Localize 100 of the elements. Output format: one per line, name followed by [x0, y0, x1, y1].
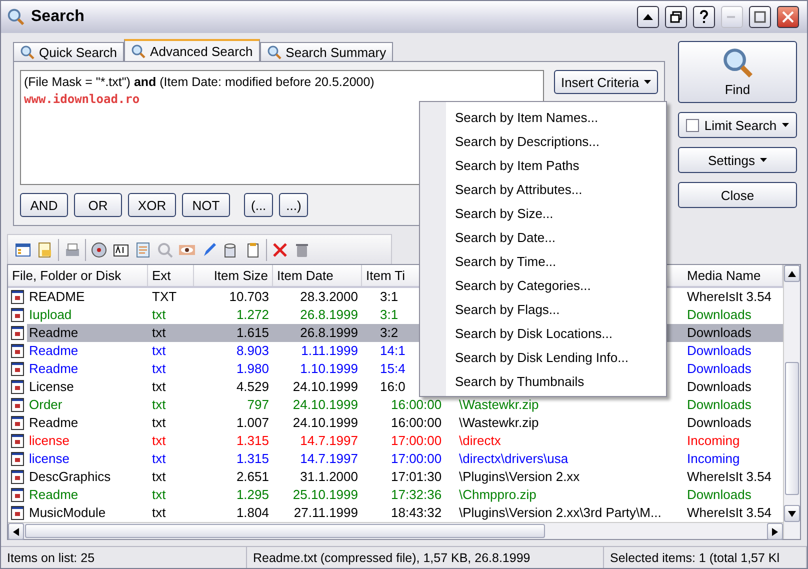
scrollbar-thumb[interactable]: [25, 524, 545, 538]
table-cell[interactable]: Iupload: [27, 306, 148, 324]
operator-button[interactable]: OR: [74, 193, 122, 217]
table-cell[interactable]: Readme: [27, 342, 148, 360]
operator-button[interactable]: XOR: [128, 193, 176, 217]
limit-search-button[interactable]: Limit Search: [678, 112, 797, 138]
table-cell-text: txt: [151, 504, 167, 522]
query-text: (File Mask = "*.txt") and (Item Date: modified before 20.5.2000): [24, 74, 376, 91]
maximize-button[interactable]: [749, 6, 771, 28]
insert-criteria-button[interactable]: Insert Criteria: [554, 70, 658, 94]
document-icon: [11, 308, 24, 322]
table-cell-text: txt: [151, 306, 167, 324]
table-cell-text: WhereIsIt 3.54: [686, 504, 773, 522]
close-icon: [782, 11, 794, 23]
restore-button[interactable]: [665, 6, 687, 28]
table-cell-text: Downloads: [686, 414, 752, 432]
table-cell[interactable]: DescGraphics: [27, 468, 148, 486]
table-cell-text: TXT: [151, 288, 178, 306]
column-header[interactable]: Item Size: [194, 265, 273, 286]
table-cell-text: 17:00:00: [390, 450, 443, 468]
menu-item[interactable]: Search by Date...: [420, 225, 666, 249]
scroll-right-button[interactable]: [767, 523, 783, 540]
menu-item[interactable]: Search by Flags...: [420, 297, 666, 321]
list-view-icon[interactable]: [14, 240, 32, 258]
tab[interactable]: Advanced Search: [124, 39, 260, 61]
table-cell-text: 17:00:00: [390, 432, 443, 450]
printer-icon[interactable]: [63, 240, 81, 258]
disc-icon[interactable]: [90, 240, 108, 258]
table-cell-text: \directx\drivers\usa: [458, 450, 570, 468]
table-cell-text: 797: [246, 396, 270, 414]
table-cell-text: 16:00:00: [390, 396, 443, 414]
menu-item[interactable]: Search by Disk Lending Info...: [420, 345, 666, 369]
column-header[interactable]: File, Folder or Disk: [8, 265, 148, 286]
menu-item[interactable]: Search by Thumbnails: [420, 369, 666, 393]
settings-button[interactable]: Settings: [678, 147, 797, 173]
operator-button[interactable]: AND: [20, 193, 68, 217]
menu-item[interactable]: Search by Categories...: [420, 273, 666, 297]
table-cell[interactable]: license: [27, 432, 148, 450]
table-cell-text: 1.315: [235, 432, 270, 450]
up-arrow-button[interactable]: [637, 6, 659, 28]
table-cell-text: 1.10.1999: [299, 360, 359, 378]
table-cell[interactable]: Readme: [27, 414, 148, 432]
column-header[interactable]: Item Date: [273, 265, 362, 286]
table-cell[interactable]: Order: [27, 396, 148, 414]
scroll-down-button[interactable]: [784, 505, 800, 522]
minimize-icon: [727, 15, 737, 19]
caret-icon: [644, 80, 651, 84]
table-cell[interactable]: README: [27, 288, 148, 306]
table-cell[interactable]: license: [27, 450, 148, 468]
table-cell-text: Downloads: [686, 360, 752, 378]
table-cell-text: 14.7.1997: [299, 450, 359, 468]
document-icon[interactable]: [36, 240, 54, 258]
table-cell-text: txt: [151, 486, 167, 504]
table-cell-text: 16:0: [379, 378, 406, 396]
table-cell-text: 14.7.1997: [299, 432, 359, 450]
tab[interactable]: Quick Search: [13, 42, 124, 61]
table-cell-text: 15:4: [379, 360, 406, 378]
table-cell: 1.615: [194, 324, 273, 342]
table-cell[interactable]: Readme: [27, 360, 148, 378]
table-cell-text: 28.3.2000: [299, 288, 359, 306]
operator-button[interactable]: ...): [279, 193, 308, 217]
document-icon: [11, 416, 24, 430]
table-cell[interactable]: Readme: [27, 324, 148, 342]
find-button[interactable]: Find: [678, 41, 797, 103]
operator-button[interactable]: NOT: [182, 193, 230, 217]
table-cell-text: WhereIsIt 3.54: [686, 468, 773, 486]
column-header[interactable]: Ext: [148, 265, 194, 286]
table-cell: 26.8.1999: [273, 324, 362, 342]
table-cell-text: txt: [151, 450, 167, 468]
tab[interactable]: Search Summary: [260, 42, 394, 61]
table-cell-text: 27.11.1999: [292, 504, 359, 522]
table-cell-text: 1.295: [235, 486, 270, 504]
table-cell-text: 8.903: [235, 342, 270, 360]
help-button[interactable]: [693, 6, 715, 28]
magnifier-icon: [266, 44, 282, 60]
scroll-left-button[interactable]: [8, 523, 24, 540]
document-icon: [11, 434, 24, 448]
checkbox[interactable]: [686, 118, 700, 132]
maximize-icon: [754, 11, 766, 23]
table-cell-text: 4.529: [235, 378, 270, 396]
document-icon: [11, 488, 24, 502]
table-cell-text: txt: [151, 360, 167, 378]
table-cell[interactable]: Readme: [27, 486, 148, 504]
delete-icon[interactable]: [271, 240, 289, 258]
menu-item[interactable]: Search by Time...: [420, 249, 666, 273]
operator-button[interactable]: (...: [244, 193, 274, 217]
table-cell-text: 17:32:36: [390, 486, 443, 504]
table-cell[interactable]: License: [27, 378, 148, 396]
table-cell-text: 1.272: [235, 306, 270, 324]
scroll-up-button[interactable]: [784, 265, 800, 282]
scrollbar-thumb[interactable]: [785, 362, 799, 495]
close-button[interactable]: [777, 6, 799, 28]
table-cell: txt: [148, 324, 194, 342]
table-cell-text: Incoming: [686, 432, 741, 450]
table-cell-text: txt: [151, 432, 167, 450]
document-icon: [11, 470, 24, 484]
table-cell[interactable]: MusicModule: [27, 504, 148, 522]
note-icon[interactable]: [134, 240, 152, 258]
close-dialog-button[interactable]: Close: [678, 182, 797, 208]
menu-item[interactable]: Search by Size...: [420, 201, 666, 225]
